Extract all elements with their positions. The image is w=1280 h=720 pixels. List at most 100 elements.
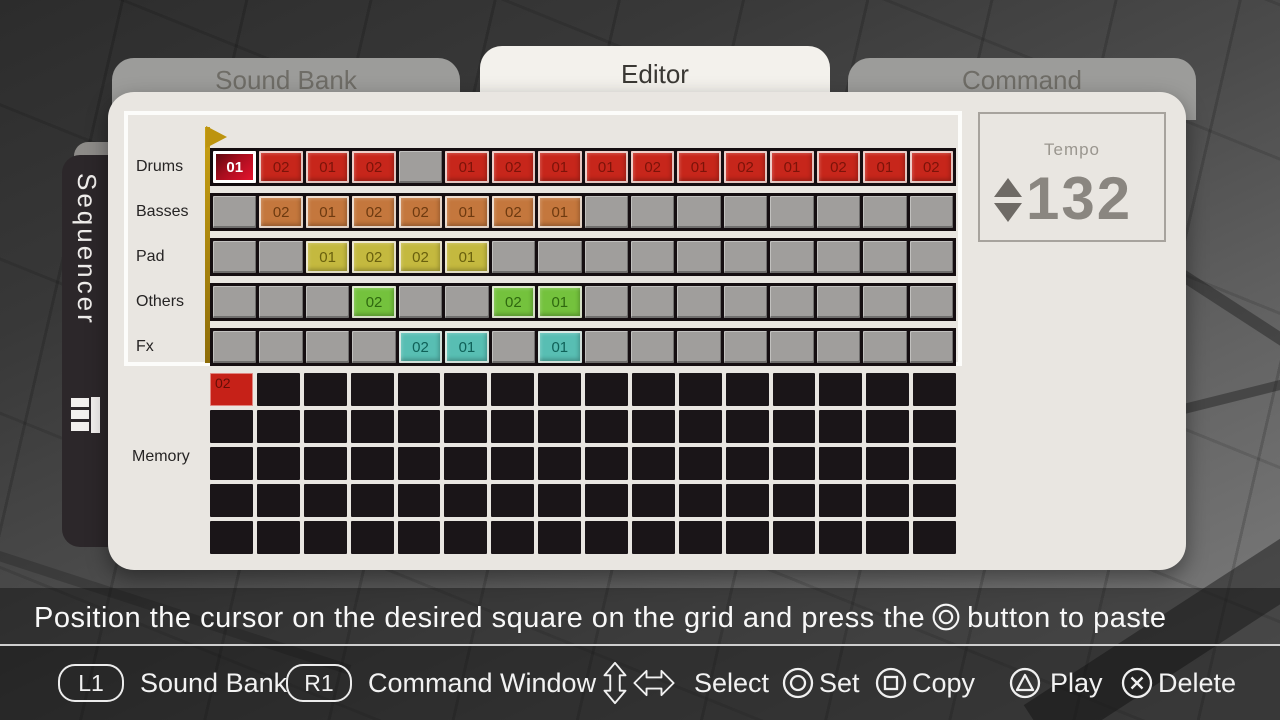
memory-cell[interactable] [257, 410, 300, 443]
sequencer-cell[interactable] [492, 331, 535, 363]
memory-cell[interactable] [304, 521, 347, 554]
sequencer-cell[interactable] [863, 286, 906, 318]
memory-cell[interactable] [819, 447, 862, 480]
sequencer-cell[interactable]: 01 [445, 331, 488, 363]
memory-cell[interactable] [679, 447, 722, 480]
sequencer-cell[interactable] [631, 196, 674, 228]
memory-cell[interactable] [585, 521, 628, 554]
sequencer-cell[interactable]: 02 [352, 151, 395, 183]
sequencer-cell[interactable] [770, 196, 813, 228]
memory-cell[interactable]: 02 [210, 373, 253, 406]
memory-cell[interactable] [351, 447, 394, 480]
memory-cell[interactable] [632, 484, 675, 517]
sequencer-cell[interactable] [677, 196, 720, 228]
sequencer-cell[interactable]: 02 [352, 241, 395, 273]
memory-cell[interactable] [398, 410, 441, 443]
memory-cell[interactable] [632, 521, 675, 554]
sequencer-cell[interactable] [585, 331, 628, 363]
memory-cell[interactable] [210, 484, 253, 517]
sequencer-cell[interactable]: 02 [492, 196, 535, 228]
memory-cell[interactable] [679, 373, 722, 406]
memory-cell[interactable] [632, 373, 675, 406]
sequencer-cell[interactable]: 02 [492, 151, 535, 183]
sequencer-cell[interactable]: 01 [677, 151, 720, 183]
sequencer-cell[interactable]: 02 [910, 151, 953, 183]
memory-cell[interactable] [210, 521, 253, 554]
sequencer-cell[interactable]: 01 [538, 151, 581, 183]
sequencer-cell[interactable] [863, 331, 906, 363]
sequencer-cell[interactable] [677, 286, 720, 318]
sequencer-cell[interactable]: 01 [863, 151, 906, 183]
memory-cell[interactable] [257, 484, 300, 517]
sequencer-cell[interactable] [213, 241, 256, 273]
sequencer-cell[interactable] [724, 331, 767, 363]
memory-cell[interactable] [913, 484, 956, 517]
sequencer-cell[interactable] [817, 286, 860, 318]
memory-cell[interactable] [444, 447, 487, 480]
sequencer-cell[interactable]: 01 [306, 241, 349, 273]
sequencer-cell[interactable]: 02 [352, 196, 395, 228]
memory-cell[interactable] [398, 521, 441, 554]
sequencer-cell[interactable]: 02 [492, 286, 535, 318]
memory-cell[interactable] [819, 410, 862, 443]
memory-cell[interactable] [538, 410, 581, 443]
sequencer-cell[interactable] [677, 331, 720, 363]
memory-cell[interactable] [304, 410, 347, 443]
sequencer-cell[interactable] [817, 331, 860, 363]
memory-cell[interactable] [257, 447, 300, 480]
sequencer-cell[interactable] [910, 241, 953, 273]
sequencer-cell[interactable] [910, 331, 953, 363]
sequencer-cell[interactable]: 01 [306, 151, 349, 183]
memory-cell[interactable] [444, 484, 487, 517]
memory-cell[interactable] [444, 521, 487, 554]
memory-cell[interactable] [585, 373, 628, 406]
sequencer-cell[interactable] [259, 331, 302, 363]
memory-cell[interactable] [444, 410, 487, 443]
memory-cell[interactable] [866, 484, 909, 517]
memory-cell[interactable] [679, 410, 722, 443]
memory-cell[interactable] [632, 410, 675, 443]
sequencer-cell[interactable]: 02 [259, 196, 302, 228]
memory-cell[interactable] [210, 410, 253, 443]
memory-cell[interactable] [819, 521, 862, 554]
sequencer-cell[interactable] [492, 241, 535, 273]
sequencer-cell[interactable] [259, 286, 302, 318]
sequencer-cell[interactable] [724, 196, 767, 228]
memory-cell[interactable] [538, 521, 581, 554]
sequencer-cell[interactable] [677, 241, 720, 273]
memory-cell[interactable] [773, 521, 816, 554]
sequencer-cell[interactable] [631, 331, 674, 363]
sequencer-cell[interactable] [863, 196, 906, 228]
sequencer-cell[interactable]: 01 [538, 331, 581, 363]
memory-cell[interactable] [866, 373, 909, 406]
sequencer-cell[interactable]: 02 [352, 286, 395, 318]
memory-cell[interactable] [726, 521, 769, 554]
memory-cell[interactable] [304, 447, 347, 480]
memory-cell[interactable] [726, 373, 769, 406]
sequencer-cell[interactable] [213, 196, 256, 228]
memory-cell[interactable] [585, 484, 628, 517]
memory-cell[interactable] [491, 484, 534, 517]
memory-cell[interactable] [726, 484, 769, 517]
sequencer-cell[interactable] [399, 286, 442, 318]
memory-cell[interactable] [210, 447, 253, 480]
tempo-stepper[interactable] [994, 178, 1022, 222]
sequencer-cell[interactable] [724, 241, 767, 273]
sequencer-cell[interactable] [817, 241, 860, 273]
sequencer-cell[interactable] [306, 331, 349, 363]
memory-cell[interactable] [679, 484, 722, 517]
sequencer-cell[interactable] [585, 286, 628, 318]
sequencer-cell[interactable]: 02 [399, 196, 442, 228]
memory-cell[interactable] [726, 447, 769, 480]
memory-cell[interactable] [304, 484, 347, 517]
memory-cell[interactable] [491, 447, 534, 480]
memory-cell[interactable] [773, 447, 816, 480]
memory-cell[interactable] [773, 410, 816, 443]
sequencer-cell[interactable]: 02 [399, 241, 442, 273]
memory-cell[interactable] [585, 410, 628, 443]
memory-cell[interactable] [351, 521, 394, 554]
sequencer-cell[interactable] [585, 196, 628, 228]
sequencer-cell[interactable] [910, 286, 953, 318]
sequencer-cell[interactable] [585, 241, 628, 273]
memory-cell[interactable] [866, 447, 909, 480]
